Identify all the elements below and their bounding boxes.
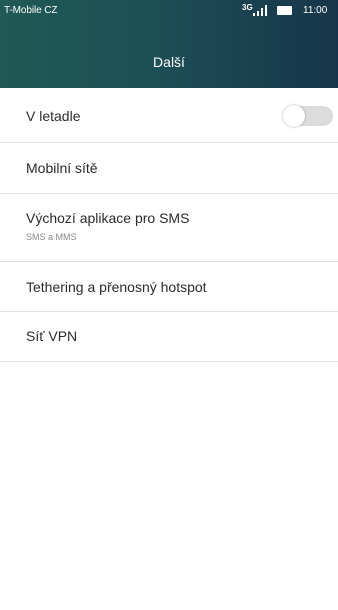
page-title: Další <box>153 54 185 70</box>
list-item-default-sms-app[interactable]: Výchozí aplikace pro SMS SMS a MMS <box>0 194 338 262</box>
signal-bars-icon <box>253 5 268 16</box>
list-item-label: Výchozí aplikace pro SMS <box>26 210 190 226</box>
airplane-mode-toggle[interactable] <box>283 105 333 127</box>
list-item-label: Mobilní sítě <box>26 160 98 176</box>
clock-label: 11:00 <box>303 5 328 16</box>
list-item-sublabel: SMS a MMS <box>26 232 77 242</box>
list-item-label: Tethering a přenosný hotspot <box>26 279 207 295</box>
list-item-vpn[interactable]: Síť VPN <box>0 312 338 362</box>
status-bar: T-Mobile CZ 3G 11:00 <box>0 0 338 22</box>
carrier-label: T-Mobile CZ <box>4 5 58 16</box>
app-header: T-Mobile CZ 3G 11:00 Další <box>0 0 338 88</box>
toggle-knob <box>283 105 305 127</box>
settings-list: V letadle Mobilní sítě Výchozí aplikace … <box>0 88 338 362</box>
list-item-label: Síť VPN <box>26 328 78 344</box>
list-item-airplane-mode[interactable]: V letadle <box>0 88 338 143</box>
list-item-mobile-networks[interactable]: Mobilní sítě <box>0 143 338 194</box>
battery-icon <box>277 6 292 15</box>
list-item-tethering-hotspot[interactable]: Tethering a přenosný hotspot <box>0 262 338 312</box>
list-item-label: V letadle <box>26 108 81 124</box>
network-type-label: 3G <box>242 3 253 12</box>
